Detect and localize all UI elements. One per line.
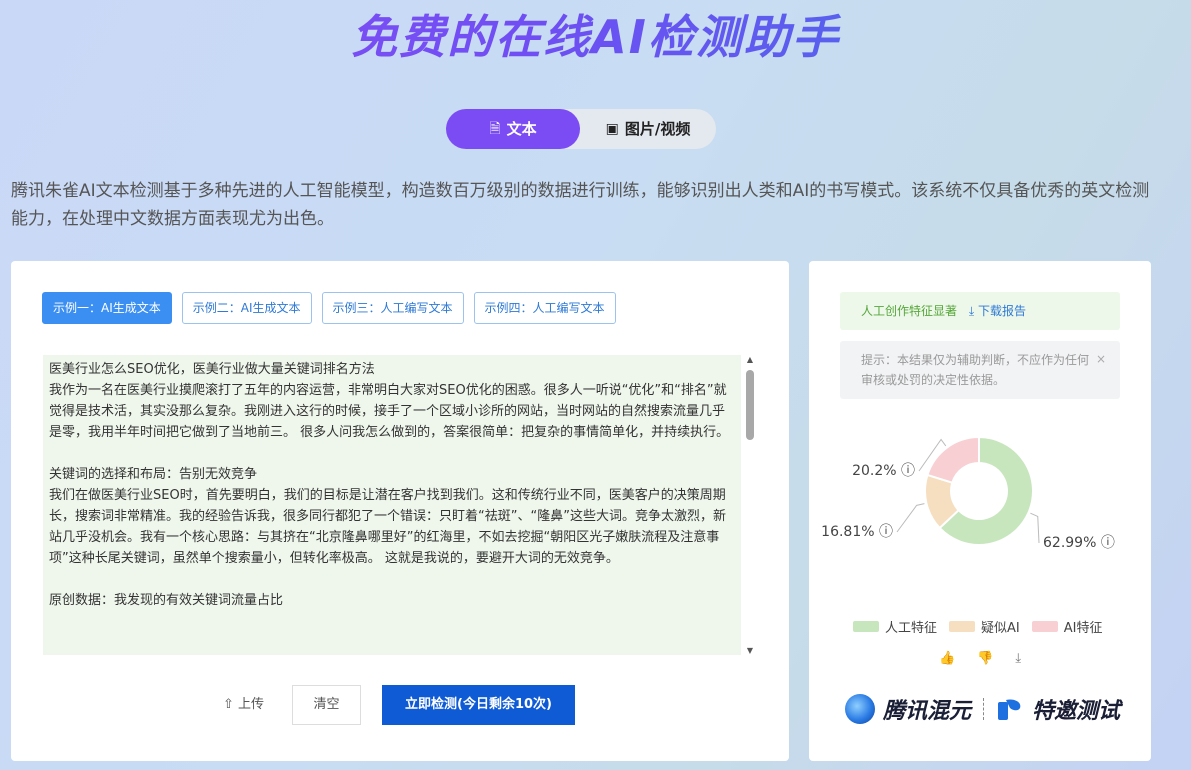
scroll-down-arrow-icon[interactable]: ▼ [743, 646, 757, 655]
clear-button[interactable]: 清空 [292, 685, 361, 725]
text-input-area[interactable]: 医美行业怎么SEO优化，医美行业做大量关键词排名方法我作为一名在医美行业摸爬滚打… [43, 355, 741, 655]
text-paragraph: 原创数据：我发现的有效关键词流量占比 [49, 593, 284, 608]
example-2-button[interactable]: 示例二：AI生成文本 [181, 292, 312, 324]
tab-text[interactable]: 🗎 文本 [446, 109, 580, 149]
legend-item[interactable]: 人工特征 [853, 617, 937, 636]
example-buttons: 示例一：AI生成文本 示例二：AI生成文本 示例三：人工编写文本 示例四：人工编… [42, 292, 616, 324]
brand-left-label: 腾讯混元 [883, 699, 972, 724]
thumbs-down-icon[interactable]: 👎 [977, 651, 993, 666]
document-icon: 🗎 [489, 121, 501, 137]
close-icon[interactable]: × [1096, 349, 1106, 369]
donut-label-1: 62.99% ⓘ [1043, 535, 1115, 551]
donut-leader-line-2 [896, 503, 925, 533]
result-status: 人工创作特征显著 [861, 304, 958, 318]
detect-button[interactable]: 立即检测(今日剩余10次) [382, 685, 575, 725]
donut-slice-3[interactable] [926, 435, 980, 484]
action-bar: ⇧ 上传 清空 立即检测(今日剩余10次) [11, 685, 789, 725]
donut-leader-line-1 [1030, 512, 1040, 544]
download-report-link[interactable]: ⤓ 下载报告 [969, 304, 1026, 318]
upload-icon: ⇧ [223, 697, 234, 712]
legend-item[interactable]: AI特征 [1031, 617, 1103, 636]
example-1-button[interactable]: 示例一：AI生成文本 [42, 292, 172, 324]
legend-swatch [1031, 621, 1058, 632]
text-blank-line [49, 443, 735, 464]
legend-swatch [853, 621, 879, 632]
text-paragraph: 我们在做医美行业SEO时，首先要明白，我们的目标是让潜在客户找到我们。这和传统行… [49, 488, 726, 566]
tab-text-label: 文本 [506, 120, 537, 138]
brand-footer: 腾讯混元 特邀测试 [845, 693, 1120, 725]
donut-label-3: 20.2% ⓘ [852, 463, 915, 479]
chart-legend: 人工特征 疑似AI AI特征 [853, 617, 1102, 636]
hint-text: 提示：本结果仅为辅助判断，不应作为任何审核或处罚的决定性依据。 [861, 353, 1090, 387]
intro-text: 腾讯朱雀AI文本检测基于多种先进的人工智能模型，构造数百万级别的数据进行训练，能… [11, 181, 1150, 229]
legend-swatch [949, 621, 976, 632]
scroll-thumb[interactable] [746, 370, 754, 440]
hint-box: 提示：本结果仅为辅助判断，不应作为任何审核或处罚的决定性依据。 × [840, 341, 1120, 399]
result-status-bar: 人工创作特征显著 ⤓ 下载报告 [840, 292, 1120, 330]
text-blank-line [49, 569, 735, 590]
text-paragraph: 医美行业怎么SEO优化，医美行业做大量关键词排名方法 [49, 362, 375, 377]
result-panel: 人工创作特征显著 ⤓ 下载报告 提示：本结果仅为辅助判断，不应作为任何审核或处罚… [809, 261, 1151, 761]
brand-right-label: 特邀测试 [1032, 699, 1121, 724]
hunyuan-logo [845, 694, 875, 724]
text-paragraph: 关键词的选择和布局：告别无效竞争 [49, 467, 258, 482]
legend-label: 疑似AI [981, 621, 1020, 636]
download-icon: ⤓ [968, 304, 975, 318]
example-3-button[interactable]: 示例三：人工编写文本 [321, 292, 464, 324]
download-icon[interactable]: ⤓ [1015, 651, 1021, 666]
legend-label: AI特征 [1063, 621, 1103, 636]
donut-chart: 62.99% ⓘ 16.81% ⓘ 20.2% ⓘ [821, 435, 1115, 551]
example-4-button[interactable]: 示例四：人工编写文本 [473, 292, 616, 324]
text-paragraph: 我作为一名在医美行业摸爬滚打了五年的内容运营，非常明白大家对SEO优化的困惑。很… [49, 383, 730, 440]
image-icon: ▣ [605, 121, 619, 137]
upload-button[interactable]: ⇧ 上传 [223, 685, 264, 725]
thumbs-up-icon[interactable]: 👍 [939, 651, 955, 666]
brand-divider [983, 698, 985, 720]
tab-image-video[interactable]: ▣ 图片/视频 [580, 109, 716, 149]
tencent-logo [998, 699, 1021, 720]
input-panel: 示例一：AI生成文本 示例二：AI生成文本 示例三：人工编写文本 示例四：人工编… [11, 261, 789, 761]
scrollbar[interactable]: ▲ ▼ [743, 355, 757, 655]
mode-switch: 🗎 文本 ▣ 图片/视频 [446, 109, 716, 149]
upload-label: 上传 [238, 697, 265, 712]
legend-label: 人工特征 [885, 621, 938, 636]
feedback-bar: 👍 👎 ⤓ [939, 651, 1021, 666]
download-report-label: 下载报告 [977, 304, 1026, 318]
scroll-up-arrow-icon[interactable]: ▲ [743, 355, 757, 364]
page-title: 免费的在线AI检测助手 [0, 4, 1191, 70]
donut-label-2: 16.81% ⓘ [821, 524, 893, 540]
tab-image-video-label: 图片/视频 [624, 120, 691, 138]
legend-item[interactable]: 疑似AI [949, 617, 1020, 636]
